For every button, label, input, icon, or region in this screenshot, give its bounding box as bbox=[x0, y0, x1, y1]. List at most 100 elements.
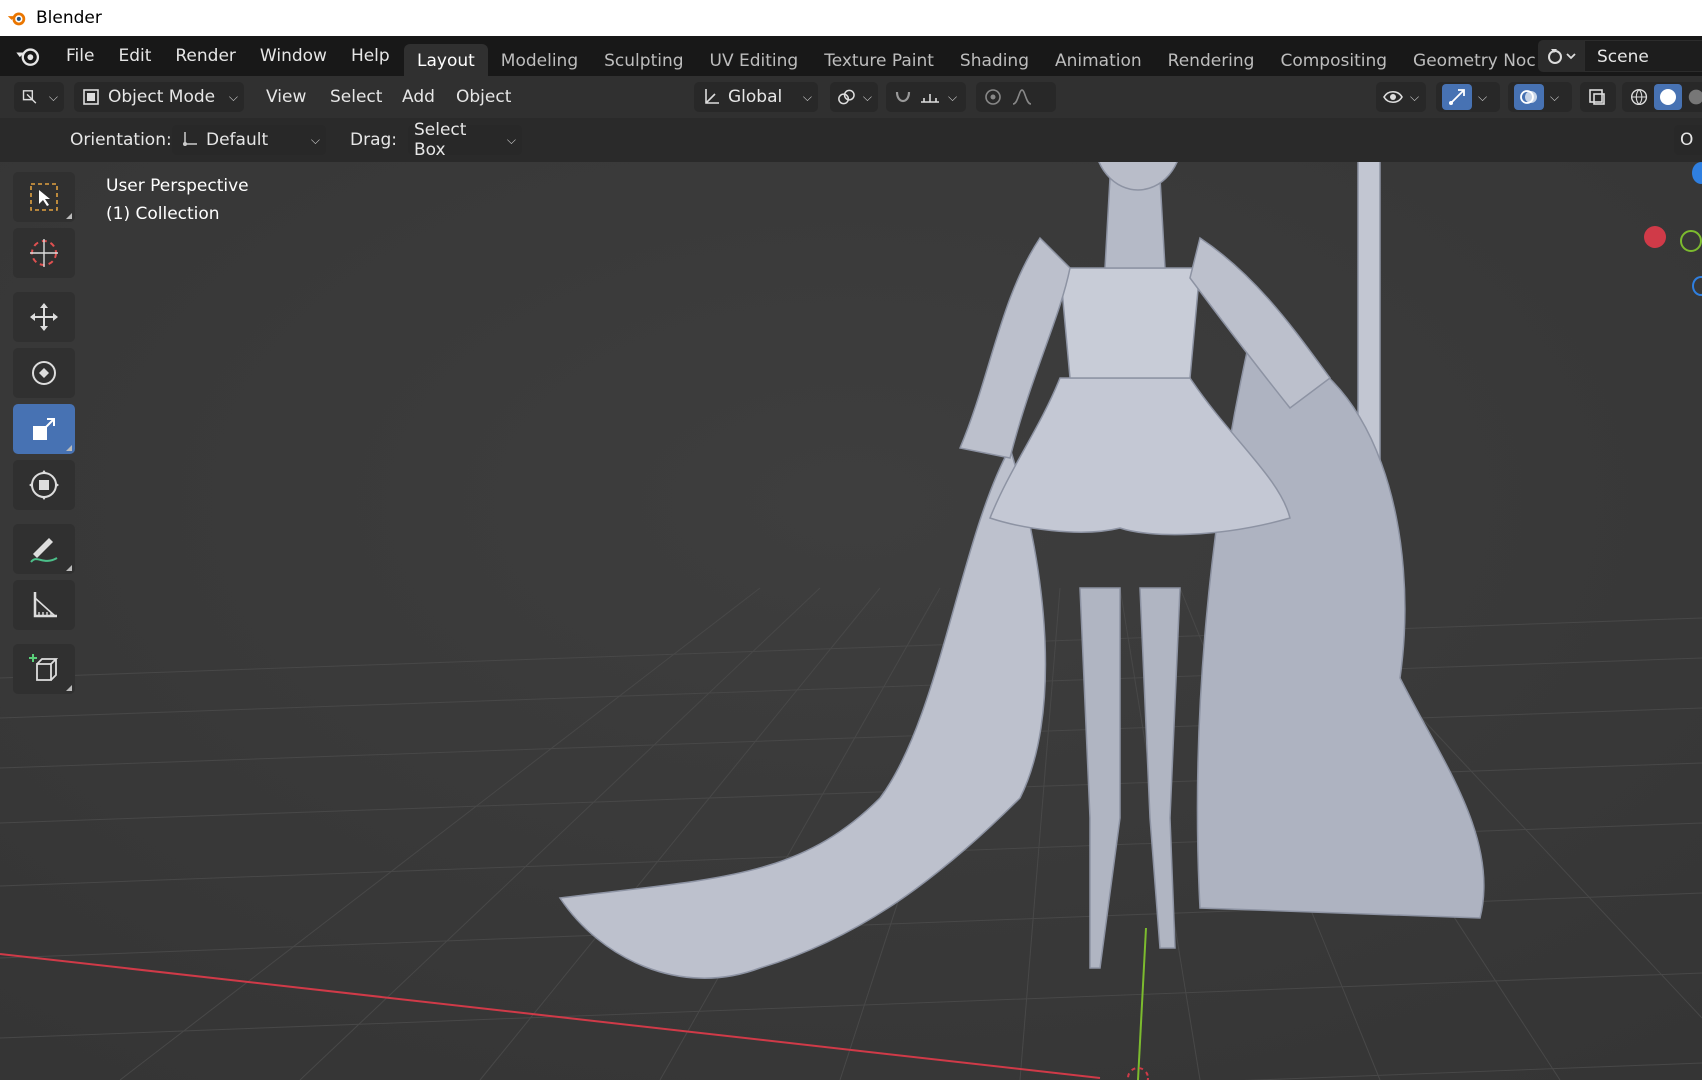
tab-geometry-nodes[interactable]: Geometry Noc bbox=[1400, 44, 1549, 76]
scene-selector: Scene bbox=[1538, 40, 1702, 72]
tab-compositing[interactable]: Compositing bbox=[1267, 44, 1400, 76]
tab-sculpting[interactable]: Sculpting bbox=[591, 44, 696, 76]
menu-object[interactable]: Object bbox=[456, 82, 511, 112]
blender-menu-icon[interactable] bbox=[14, 42, 42, 70]
viewport-header: ⌵ Object Mode ⌵ View Select Add Object G… bbox=[0, 76, 1702, 118]
tool-annotate[interactable] bbox=[13, 524, 75, 574]
tool-cursor[interactable] bbox=[13, 228, 75, 278]
chevron-down-icon: ⌵ bbox=[802, 89, 812, 104]
tool-measure[interactable] bbox=[13, 580, 75, 630]
menu-render[interactable]: Render bbox=[163, 36, 248, 76]
chevron-down-icon: ⌵ bbox=[506, 132, 516, 147]
window-title: Blender bbox=[36, 8, 102, 28]
submenu-triangle-icon bbox=[66, 213, 72, 219]
tool-shelf bbox=[13, 172, 77, 700]
nav-gizmo-x-axis[interactable] bbox=[1644, 226, 1666, 248]
magnet-icon bbox=[895, 91, 911, 103]
editor-type-button[interactable]: ⌵ bbox=[14, 82, 64, 112]
overlays-dropdown[interactable]: ⌵ bbox=[1508, 82, 1572, 112]
transform-icon bbox=[29, 470, 59, 500]
chevron-down-icon: ⌵ bbox=[1410, 89, 1420, 104]
gizmo-toggle[interactable] bbox=[1442, 84, 1472, 110]
transform-orientation-icon bbox=[705, 89, 719, 104]
scene-name-field[interactable]: Scene bbox=[1584, 40, 1702, 72]
nav-gizmo-y-axis[interactable] bbox=[1680, 230, 1702, 252]
menu-edit[interactable]: Edit bbox=[106, 36, 163, 76]
transform-orientation-dropdown[interactable]: Global ⌵ bbox=[694, 82, 818, 112]
proportional-editing-toggle[interactable] bbox=[976, 82, 1056, 112]
scene-browse-button[interactable] bbox=[1538, 40, 1584, 72]
3d-viewport[interactable] bbox=[0, 118, 1702, 1080]
measure-ruler-icon bbox=[33, 592, 57, 618]
tool-rotate[interactable] bbox=[13, 348, 75, 398]
visibility-dropdown[interactable]: ⌵ bbox=[1376, 82, 1426, 112]
menu-window[interactable]: Window bbox=[248, 36, 339, 76]
tab-rendering[interactable]: Rendering bbox=[1155, 44, 1268, 76]
tab-shading[interactable]: Shading bbox=[947, 44, 1042, 76]
object-mode-icon bbox=[83, 89, 99, 105]
submenu-triangle-icon bbox=[66, 565, 72, 571]
pivot-point-dropdown[interactable]: ⌵ bbox=[830, 82, 878, 112]
chevron-down-icon: ⌵ bbox=[1550, 89, 1560, 104]
overlays-toggle[interactable] bbox=[1514, 84, 1544, 110]
rotate-icon bbox=[32, 361, 56, 385]
tool-settings-bar: Orientation: Default ⌵ Drag: Select Box … bbox=[0, 118, 1702, 162]
tool-move[interactable] bbox=[13, 292, 75, 342]
solid-shading-button[interactable] bbox=[1654, 84, 1682, 110]
snapping-toggle[interactable]: ⌵ bbox=[886, 82, 966, 112]
tab-layout[interactable]: Layout bbox=[404, 44, 488, 76]
workspace-tabs: Layout Modeling Sculpting UV Editing Tex… bbox=[404, 36, 1549, 76]
chevron-down-icon: ⌵ bbox=[948, 89, 958, 104]
tool-select-box[interactable] bbox=[13, 172, 75, 222]
cursor-icon bbox=[30, 239, 58, 267]
tab-uv-editing[interactable]: UV Editing bbox=[697, 44, 812, 76]
submenu-triangle-icon bbox=[66, 445, 72, 451]
move-icon bbox=[30, 303, 58, 331]
options-dropdown[interactable]: O bbox=[1674, 125, 1702, 155]
add-cube-icon bbox=[29, 654, 59, 681]
wireframe-shading-icon[interactable] bbox=[1628, 86, 1650, 108]
shading-mode-buttons bbox=[1622, 82, 1702, 112]
options-label: O bbox=[1680, 130, 1694, 150]
menu-file[interactable]: File bbox=[54, 36, 106, 76]
chevron-down-icon: ⌵ bbox=[48, 89, 58, 104]
object-mode-dropdown[interactable]: Object Mode ⌵ bbox=[74, 82, 244, 112]
submenu-triangle-icon bbox=[66, 685, 72, 691]
scene-icon bbox=[1548, 49, 1576, 64]
menu-view[interactable]: View bbox=[266, 82, 306, 112]
proportional-edit-icon bbox=[985, 89, 1001, 105]
solid-shading-icon bbox=[1659, 89, 1676, 105]
select-box-icon bbox=[30, 183, 58, 211]
annotate-pencil-icon bbox=[30, 538, 58, 563]
gizmo-dropdown[interactable]: ⌵ bbox=[1436, 82, 1500, 112]
view-perspective-label: User Perspective bbox=[106, 176, 249, 196]
chevron-down-icon: ⌵ bbox=[228, 89, 238, 104]
menu-help[interactable]: Help bbox=[339, 36, 402, 76]
tab-modeling[interactable]: Modeling bbox=[488, 44, 591, 76]
material-shading-icon[interactable] bbox=[1686, 86, 1702, 108]
menu-add[interactable]: Add bbox=[402, 82, 435, 112]
object-mode-label: Object Mode bbox=[108, 87, 216, 107]
gizmo-icon bbox=[1449, 89, 1465, 105]
xray-icon bbox=[1589, 89, 1605, 105]
drag-value: Select Box bbox=[414, 120, 467, 160]
drag-label: Drag: bbox=[350, 130, 398, 150]
transform-orientation-value: Global bbox=[728, 87, 783, 107]
tool-scale[interactable] bbox=[13, 404, 75, 454]
tab-animation[interactable]: Animation bbox=[1042, 44, 1155, 76]
viewport-canvas[interactable] bbox=[0, 118, 1702, 1080]
top-menu-bar: File Edit Render Window Help Layout Mode… bbox=[0, 36, 1702, 76]
xray-toggle[interactable] bbox=[1580, 82, 1616, 112]
menu-select[interactable]: Select bbox=[330, 82, 382, 112]
tab-texture-paint[interactable]: Texture Paint bbox=[811, 44, 947, 76]
chevron-down-icon: ⌵ bbox=[862, 89, 872, 104]
tool-add-cube[interactable] bbox=[13, 644, 75, 694]
falloff-curve-icon bbox=[1012, 89, 1032, 105]
active-collection-label: (1) Collection bbox=[106, 204, 220, 224]
orientation-dropdown[interactable]: Default ⌵ bbox=[172, 125, 326, 155]
overlays-icon bbox=[1520, 90, 1537, 104]
pivot-point-icon bbox=[838, 89, 855, 105]
tool-transform[interactable] bbox=[13, 460, 75, 510]
snap-increment-icon bbox=[921, 94, 939, 103]
drag-dropdown[interactable]: Select Box ⌵ bbox=[408, 120, 522, 160]
